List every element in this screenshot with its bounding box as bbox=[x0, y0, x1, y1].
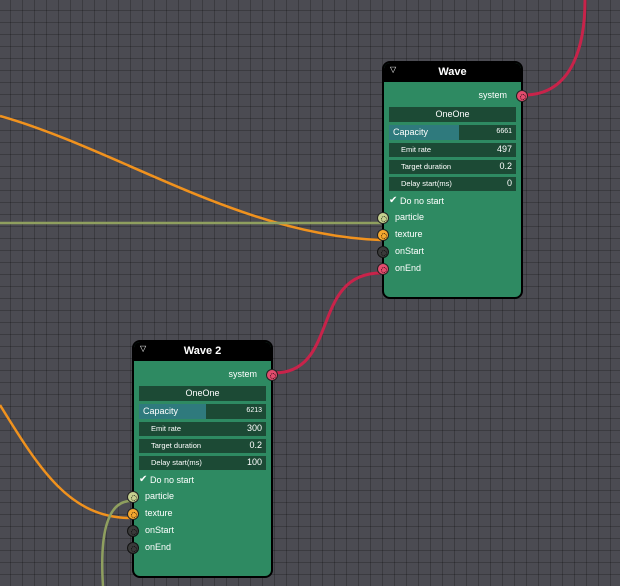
port-label: particle bbox=[395, 212, 425, 222]
field-label: Delay start(ms) bbox=[151, 458, 202, 467]
field-label: Emit rate bbox=[401, 145, 432, 154]
field-value: 300 bbox=[246, 423, 262, 433]
input-port-onend[interactable]: onEnd bbox=[377, 261, 521, 278]
system-port-icon[interactable] bbox=[266, 369, 278, 381]
field-value: 100 bbox=[246, 457, 262, 467]
port-label: particle bbox=[145, 491, 175, 501]
port-label: onStart bbox=[395, 246, 425, 256]
node-title: Wave bbox=[438, 66, 467, 78]
delay-start-field[interactable]: Delay start(ms) 0 bbox=[389, 177, 516, 191]
capacity-value: 6661 bbox=[496, 128, 512, 135]
checkbox-label: Do no start bbox=[150, 475, 195, 485]
input-port-particle[interactable]: particle bbox=[127, 489, 271, 506]
input-port-onend[interactable]: onEnd bbox=[127, 540, 271, 557]
capacity-slider[interactable]: Capacity 6213 bbox=[139, 404, 266, 419]
checkmark-icon[interactable]: ✔ bbox=[389, 195, 397, 206]
field-value: 0.2 bbox=[249, 440, 262, 450]
wire-texture-wave[interactable] bbox=[0, 114, 382, 242]
field-value: 0 bbox=[506, 178, 512, 188]
capacity-slider[interactable]: Capacity 6661 bbox=[389, 125, 516, 140]
wire-system-out[interactable] bbox=[523, 0, 587, 97]
particle-port-icon[interactable] bbox=[127, 491, 139, 503]
port-label: system bbox=[478, 90, 507, 100]
wire-texture-wave2[interactable] bbox=[0, 404, 132, 520]
emit-rate-field[interactable]: Emit rate 300 bbox=[139, 422, 266, 436]
field-label: Emit rate bbox=[151, 424, 182, 433]
field-value: 497 bbox=[496, 144, 512, 154]
node-header[interactable]: ▽ Wave bbox=[384, 63, 521, 82]
node-wave-2[interactable]: ▽ Wave 2 system OneOne Capacity 6213 Emi… bbox=[127, 340, 278, 578]
node-header[interactable]: ▽ Wave 2 bbox=[134, 342, 271, 361]
port-label: system bbox=[228, 369, 257, 379]
system-port-icon[interactable] bbox=[516, 90, 528, 102]
target-duration-field[interactable]: Target duration 0.2 bbox=[389, 160, 516, 174]
field-value: 0.2 bbox=[499, 161, 512, 171]
input-port-particle[interactable]: particle bbox=[377, 210, 521, 227]
onstart-port-icon[interactable] bbox=[127, 525, 139, 537]
field-label: Target duration bbox=[401, 162, 452, 171]
node-wave[interactable]: ▽ Wave system OneOne Capacity 6661 Emit … bbox=[377, 61, 528, 299]
output-port-row: system bbox=[384, 88, 528, 105]
port-label: onStart bbox=[145, 525, 175, 535]
capacity-label: Capacity bbox=[143, 406, 179, 416]
node-title: Wave 2 bbox=[183, 345, 222, 357]
field-label: Target duration bbox=[151, 441, 202, 450]
onend-port-icon[interactable] bbox=[377, 263, 389, 275]
output-port-row: system bbox=[134, 367, 278, 384]
mode-select[interactable]: OneOne bbox=[389, 107, 516, 122]
delay-start-field[interactable]: Delay start(ms) 100 bbox=[139, 456, 266, 470]
onend-port-icon[interactable] bbox=[127, 542, 139, 554]
onstart-port-icon[interactable] bbox=[377, 246, 389, 258]
wire-wave2-system-to-onend[interactable] bbox=[273, 271, 382, 375]
emit-rate-field[interactable]: Emit rate 497 bbox=[389, 143, 516, 157]
port-label: onEnd bbox=[395, 263, 422, 273]
texture-port-icon[interactable] bbox=[377, 229, 389, 241]
mode-select[interactable]: OneOne bbox=[139, 386, 266, 401]
do-no-start-checkbox[interactable]: ✔ Do no start bbox=[389, 194, 521, 210]
do-no-start-checkbox[interactable]: ✔ Do no start bbox=[139, 473, 271, 489]
input-port-onstart[interactable]: onStart bbox=[127, 523, 271, 540]
input-port-onstart[interactable]: onStart bbox=[377, 244, 521, 261]
port-label: texture bbox=[145, 508, 173, 518]
checkbox-label: Do no start bbox=[400, 196, 445, 206]
target-duration-field[interactable]: Target duration 0.2 bbox=[139, 439, 266, 453]
capacity-label: Capacity bbox=[393, 127, 429, 137]
checkmark-icon[interactable]: ✔ bbox=[139, 474, 147, 485]
connection-wires bbox=[0, 0, 587, 586]
texture-port-icon[interactable] bbox=[127, 508, 139, 520]
port-label: texture bbox=[395, 229, 423, 239]
input-port-texture[interactable]: texture bbox=[377, 227, 521, 244]
input-port-texture[interactable]: texture bbox=[127, 506, 271, 523]
port-label: onEnd bbox=[145, 542, 172, 552]
field-label: Delay start(ms) bbox=[401, 179, 452, 188]
particle-port-icon[interactable] bbox=[377, 212, 389, 224]
capacity-value: 6213 bbox=[246, 407, 262, 414]
